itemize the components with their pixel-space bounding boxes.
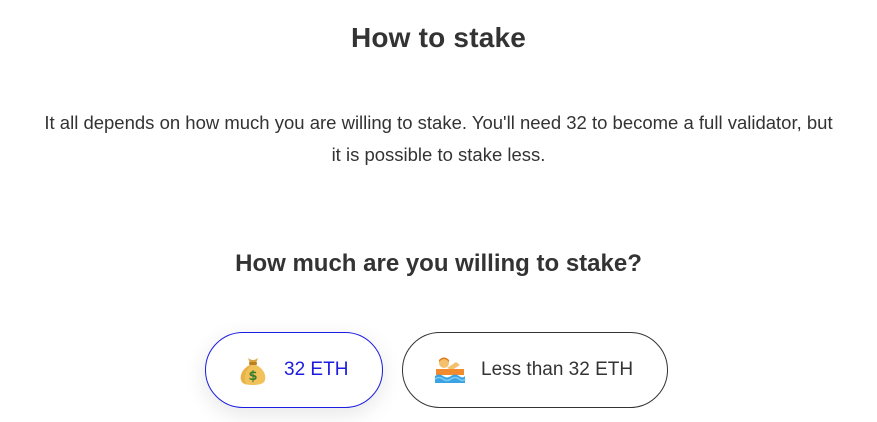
swimmer-icon: [433, 353, 467, 387]
svg-text:$: $: [248, 369, 257, 384]
option-32-eth-label: 32 ETH: [284, 359, 349, 380]
description-line-2: it is possible to stake less.: [331, 144, 546, 165]
option-less-than-32-eth-button[interactable]: Less than 32 ETH: [402, 332, 668, 408]
staking-description: It all depends on how much you are willi…: [0, 107, 877, 171]
page-title: How to stake: [350, 22, 527, 53]
stake-amount-question: How much are you willing to stake?: [235, 250, 642, 277]
description-line-1: It all depends on how much you are willi…: [44, 112, 833, 133]
option-less-than-32-eth-label: Less than 32 ETH: [481, 359, 634, 380]
money-bag-icon: $: [236, 353, 270, 387]
option-32-eth-button[interactable]: $ 32 ETH: [205, 332, 383, 408]
